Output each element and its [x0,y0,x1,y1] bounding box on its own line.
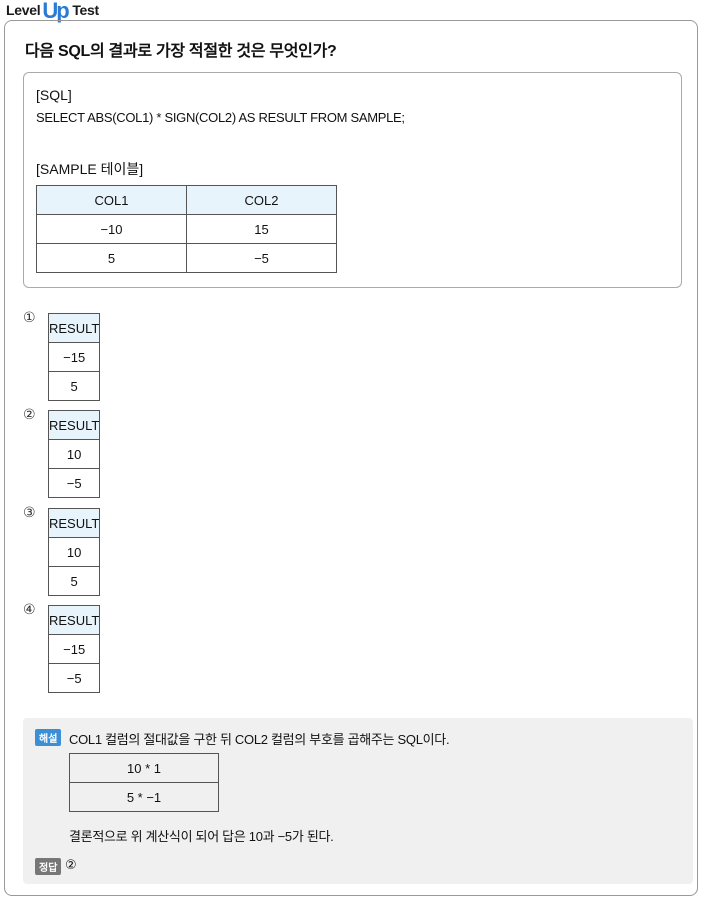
option-result-cell: −5 [47,663,101,693]
logo-level-text: Level [6,2,41,18]
option-result-cell: 5 [47,566,101,596]
table-row: 5 −5 [36,243,337,273]
option-result-header: RESULT [47,410,101,440]
option-result-header: RESULT [47,605,101,635]
explanation-conclusion: 결론적으로 위 계산식이 되어 답은 10과 −5가 된다. [69,829,334,844]
sample-table-cell: 15 [186,214,337,244]
sample-table-cell: −10 [36,214,187,244]
option-result-table: RESULT 10 −5 [47,410,101,498]
sample-table-header-col1: COL1 [36,185,187,215]
sample-table-header-col2: COL2 [186,185,337,215]
calculation-table: 10 * 1 5 * −1 [69,753,219,812]
level-up-test-logo: Level Up Test [6,0,99,22]
option-number: ④ [23,601,36,617]
sql-box: [SQL] SELECT ABS(COL1) * SIGN(COL2) AS R… [23,72,682,288]
option-result-header: RESULT [47,508,101,538]
option-result-cell: −15 [47,342,101,372]
sample-table-header-row: COL1 COL2 [36,185,337,215]
sample-table-cell: −5 [186,243,337,273]
sql-label: [SQL] [36,87,72,103]
option-result-table: RESULT 10 5 [47,508,101,596]
sample-table-cell: 5 [36,243,187,273]
option-number: ① [23,309,36,325]
explanation-tag: 해설 [35,729,62,746]
option-result-table: RESULT −15 −5 [47,605,101,693]
question-card: 다음 SQL의 결과로 가장 적절한 것은 무엇인가? [SQL] SELECT… [4,20,698,896]
calculation-cell: 5 * −1 [69,782,219,812]
sample-table: COL1 COL2 −10 15 5 −5 [36,185,337,273]
option-result-cell: 10 [47,537,101,567]
answer-value: ② [65,857,77,872]
option-result-cell: 10 [47,439,101,469]
option-number: ② [23,406,36,422]
table-row: −10 15 [36,214,337,244]
option-result-cell: 5 [47,371,101,401]
option-result-header: RESULT [47,313,101,343]
explanation-text: COL1 컬럼의 절대값을 구한 뒤 COL2 컬럼의 부호를 곱해주는 SQL… [69,732,450,747]
answer-tag: 정답 [35,858,62,875]
calculation-cell: 10 * 1 [69,753,219,783]
option-number: ③ [23,504,36,520]
option-result-cell: −5 [47,468,101,498]
option-result-table: RESULT −15 5 [47,313,101,401]
sql-statement: SELECT ABS(COL1) * SIGN(COL2) AS RESULT … [36,110,405,125]
option-result-cell: −15 [47,634,101,664]
logo-test-text: Test [72,2,99,18]
sample-table-label: [SAMPLE 테이블] [36,161,144,177]
question-title: 다음 SQL의 결과로 가장 적절한 것은 무엇인가? [25,43,337,60]
explanation-box: 해설 COL1 컬럼의 절대값을 구한 뒤 COL2 컬럼의 부호를 곱해주는 … [23,718,693,884]
